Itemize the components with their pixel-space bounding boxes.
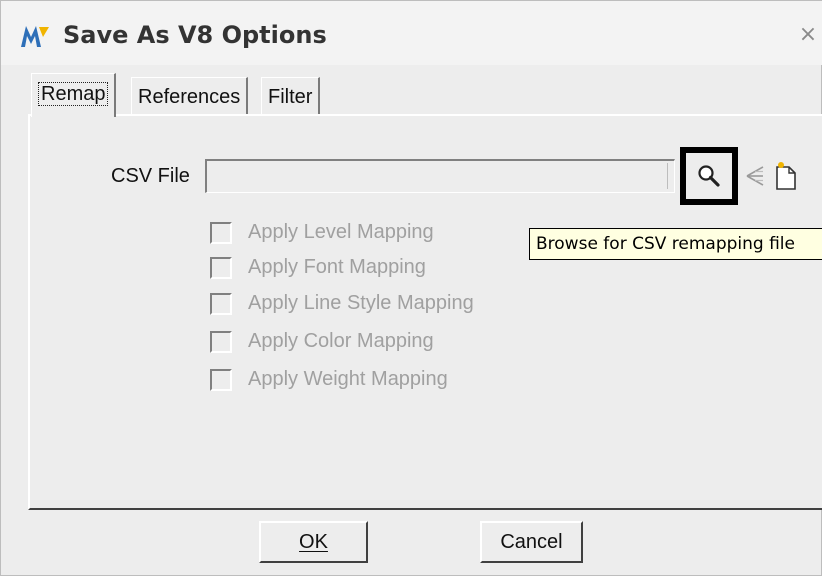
branch-icon[interactable] bbox=[745, 163, 767, 189]
checkbox[interactable] bbox=[210, 257, 232, 279]
microstation-logo-icon bbox=[21, 26, 49, 47]
csv-file-label: CSV File bbox=[111, 165, 190, 187]
ok-label: OK bbox=[299, 531, 328, 553]
cancel-label: Cancel bbox=[500, 531, 563, 553]
tab-filter[interactable]: Filter bbox=[261, 77, 321, 115]
option-label: Apply Weight Mapping bbox=[248, 368, 448, 390]
tab-references[interactable]: References bbox=[131, 77, 249, 115]
tab-label: References bbox=[138, 86, 241, 108]
checkbox[interactable] bbox=[210, 293, 232, 315]
save-as-v8-options-dialog: Save As V8 Options × Remap References Fi… bbox=[0, 0, 822, 576]
checkbox[interactable] bbox=[210, 222, 232, 244]
option-label: Apply Line Style Mapping bbox=[248, 292, 474, 314]
input-divider bbox=[667, 163, 668, 189]
option-label: Apply Level Mapping bbox=[248, 221, 434, 243]
title-bar[interactable]: Save As V8 Options × bbox=[1, 1, 822, 65]
browse-button[interactable] bbox=[680, 147, 738, 205]
checkbox[interactable] bbox=[210, 369, 232, 391]
tab-label: Filter bbox=[268, 86, 313, 108]
new-file-icon[interactable] bbox=[773, 161, 799, 191]
option-label: Apply Font Mapping bbox=[248, 256, 426, 278]
magnifier-icon bbox=[698, 165, 720, 187]
checkbox[interactable] bbox=[210, 331, 232, 353]
tab-label: Remap bbox=[38, 82, 109, 106]
browse-tooltip: Browse for CSV remapping file bbox=[529, 228, 822, 260]
option-label: Apply Color Mapping bbox=[248, 330, 434, 352]
cancel-button[interactable]: Cancel bbox=[480, 521, 583, 563]
ok-button[interactable]: OK bbox=[259, 521, 368, 563]
csv-file-input[interactable] bbox=[205, 159, 675, 193]
tab-remap[interactable]: Remap bbox=[31, 73, 117, 117]
close-button[interactable]: × bbox=[795, 21, 821, 49]
window-title: Save As V8 Options bbox=[63, 21, 327, 49]
